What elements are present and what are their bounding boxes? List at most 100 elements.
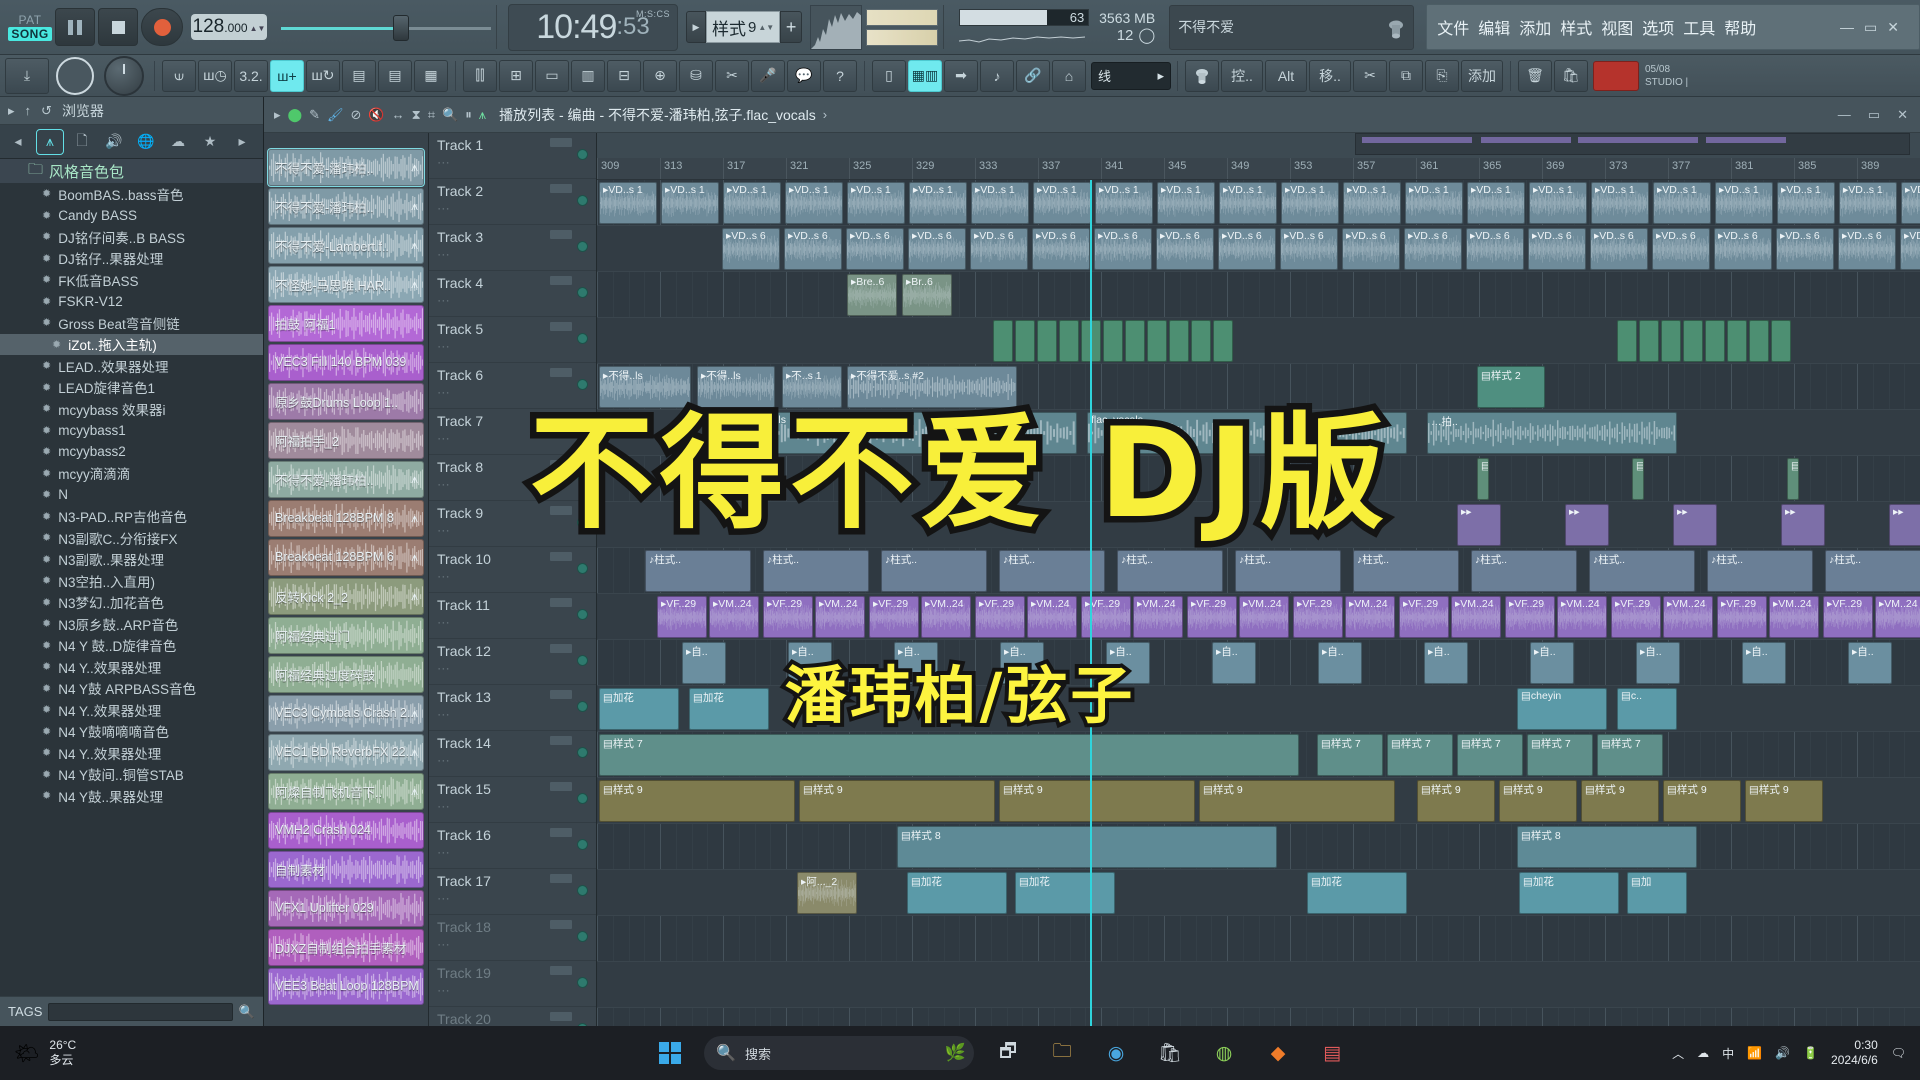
automation-icon[interactable]: ♪ <box>980 60 1014 92</box>
playlist-clip[interactable]: ♪柱式.. <box>1471 550 1577 592</box>
microsoft-store-button[interactable]: 🛍 <box>1150 1033 1190 1073</box>
playlist-clip[interactable]: ▤样式 9 <box>1199 780 1395 822</box>
grid-row[interactable] <box>597 272 1920 318</box>
browser-item[interactable]: ✹ DJ铭仔间奏..B BASS <box>0 226 263 248</box>
playlist-clip[interactable]: ▸VM..24 <box>815 596 865 638</box>
playlist-clip[interactable]: ▸VD..s 1 <box>1839 182 1897 224</box>
mixer-icon[interactable]: ⫿⫿ <box>463 60 497 92</box>
playlist-clip[interactable]: ▸VF..29 <box>975 596 1025 638</box>
playlist-clip[interactable]: ▸VD..s 1 <box>785 182 843 224</box>
playlist-clip[interactable]: ▸VM..24 <box>1027 596 1077 638</box>
grid-row[interactable] <box>597 870 1920 916</box>
track-controls-icon[interactable]: ⋯ <box>437 293 450 309</box>
playlist-clip[interactable]: ▸VD..s 6 <box>908 228 966 270</box>
stop-button[interactable] <box>98 8 138 46</box>
magnet-snap-icon[interactable]: ⬤ <box>288 107 303 123</box>
track-enable-led[interactable] <box>577 701 588 712</box>
track-enable-led[interactable] <box>577 563 588 574</box>
clip-item[interactable]: VMH2 Crash 024 <box>268 812 424 849</box>
chrome-browser-button[interactable]: ◍ <box>1204 1033 1244 1073</box>
onedrive-icon[interactable]: ☁ <box>1697 1046 1709 1060</box>
tags-button[interactable]: TAGS <box>8 1004 42 1019</box>
playlist-clip[interactable]: ▤ <box>1477 458 1489 500</box>
track-enable-led[interactable] <box>577 609 588 620</box>
track-controls-icon[interactable]: ⋯ <box>437 155 450 171</box>
browser-item[interactable]: ✹ N4 Y 鼓..D旋律音色 <box>0 635 263 657</box>
playlist-clip[interactable]: ▸VM..24 <box>1239 596 1289 638</box>
pattern-mode-label[interactable]: PAT <box>8 13 52 27</box>
track-controls-icon[interactable]: ⋯ <box>437 983 450 999</box>
playlist-clip[interactable]: ▤样式 8 <box>1517 826 1697 868</box>
playlist-clip[interactable]: ▤样式 9 <box>1581 780 1659 822</box>
playlist-clip[interactable]: ♪柱式.. <box>1235 550 1341 592</box>
save-download-icon[interactable]: ⤓ <box>5 58 49 94</box>
menu-item-options[interactable]: 选项 <box>1642 15 1674 39</box>
tools-icon[interactable]: ✂ <box>715 60 749 92</box>
playlist-clip[interactable] <box>1213 320 1233 362</box>
clip-item[interactable]: VEC1 BD ReverbFX 22.. ⩚ <box>268 734 424 771</box>
track-header[interactable]: Track 4 ⋯ <box>429 271 596 317</box>
playhead[interactable] <box>1090 180 1092 1026</box>
blend-notes-icon[interactable]: ▤ <box>342 60 376 92</box>
track-controls-icon[interactable]: ⋯ <box>437 937 450 953</box>
playlist-clip[interactable]: ▤样式 7 <box>599 734 1299 776</box>
playlist-clip[interactable]: ▸VF..29 <box>1505 596 1555 638</box>
playlist-minimize-icon[interactable]: — <box>1838 107 1861 122</box>
zoom-tool-icon[interactable]: 🔍 <box>442 107 458 123</box>
playlist-clip[interactable]: ▤样式 9 <box>999 780 1195 822</box>
playlist-clip[interactable]: ▸VM..24 <box>1451 596 1501 638</box>
clip-item[interactable]: VEE3 Beat Loop 128BPM 13 <box>268 968 424 1005</box>
tab-packs-icon[interactable]: 🌐 <box>132 129 160 155</box>
menu-item-file[interactable]: 文件 <box>1437 15 1469 39</box>
track-controls-icon[interactable]: ⋯ <box>437 247 450 263</box>
track-header[interactable]: Track 17 ⋯ <box>429 869 596 915</box>
playlist-clip[interactable]: ▸▸ <box>1781 504 1825 546</box>
playlist-clip[interactable]: ▸VD..s 6 <box>846 228 904 270</box>
clip-item[interactable]: VFX1 Uplifter 029 <box>268 890 424 927</box>
playlist-clip[interactable]: ▸VD..s 6 <box>1342 228 1400 270</box>
playlist-clip[interactable]: ▸VD..s 1 <box>1715 182 1773 224</box>
playlist-clip[interactable]: ▸VD..s 1 <box>1343 182 1401 224</box>
master-pitch-slider[interactable] <box>281 0 491 55</box>
step-sequencer-icon[interactable]: ▤ <box>378 60 412 92</box>
trash-icon[interactable]: 🗑 <box>1518 60 1552 92</box>
menu-item-edit[interactable]: 编辑 <box>1478 15 1510 39</box>
count-in-icon[interactable]: 3.2. <box>234 60 268 92</box>
playlist-clip[interactable]: ♪柱式.. <box>763 550 869 592</box>
playlist-clip[interactable]: ▸VD..s 6 <box>1466 228 1524 270</box>
pattern-menu-icon[interactable]: ▶ <box>686 11 706 43</box>
playlist-clip[interactable]: ▤样式 7 <box>1457 734 1523 776</box>
browser-item[interactable]: ✹ FSKR-V12 <box>0 291 263 313</box>
playlist-clip[interactable]: ▸VM..24 <box>1557 596 1607 638</box>
menu-item-pattern[interactable]: 样式 <box>1560 15 1592 39</box>
playlist-close-icon[interactable]: ✕ <box>1897 107 1920 123</box>
grid-row[interactable] <box>597 1008 1920 1026</box>
playlist-clip[interactable] <box>1191 320 1211 362</box>
clip-item[interactable]: 阿福经典过门 <box>268 617 424 654</box>
wait-for-input-icon[interactable]: ш◷ <box>198 60 232 92</box>
browser-item[interactable]: ✹ N3副歌C..分衔接FX <box>0 527 263 549</box>
minimize-button[interactable]: — <box>1840 19 1854 35</box>
playlist-clip[interactable]: ▸Bre..6 <box>847 274 897 316</box>
playlist-clip[interactable]: ▸VD..s 6 <box>784 228 842 270</box>
playlist-clip[interactable]: ▸VD..s 6 <box>1218 228 1276 270</box>
playlist-clip[interactable]: ▤加花 <box>689 688 769 730</box>
browser-item[interactable]: ✹ N3原乡鼓..ARP音色 <box>0 613 263 635</box>
alt-button[interactable]: Alt <box>1265 60 1307 92</box>
playlist-clip[interactable]: ▸VD..s 6 <box>1404 228 1462 270</box>
browser-item[interactable]: ✹ LEAD..效果器处理 <box>0 355 263 377</box>
playlist-clip[interactable]: ▸VD..s 1 <box>1529 182 1587 224</box>
playlist-clip[interactable]: ▸▸ <box>1457 504 1501 546</box>
playlist-clip[interactable]: ▸VD..s 6 <box>1590 228 1648 270</box>
tab-scroll-left-icon[interactable]: ◂ <box>4 129 32 155</box>
pitch-knob[interactable] <box>104 56 144 96</box>
browser-item[interactable]: ✹ mcyybass 效果器i <box>0 398 263 420</box>
draw-tool-icon[interactable]: ✎ <box>309 107 320 123</box>
step-edit-icon[interactable]: ш+ <box>270 60 304 92</box>
pattern-spinner-icon[interactable]: ▲▼ <box>758 23 774 32</box>
playlist-clip[interactable]: ▸VD..s 1 <box>1405 182 1463 224</box>
playlist-clip[interactable]: ▸自.. <box>1848 642 1892 684</box>
playlist-clip[interactable]: ▤样式 7 <box>1597 734 1663 776</box>
clip-item[interactable]: 拍鼓 阿福1 <box>268 305 424 342</box>
clip-item[interactable]: Breakbeat 128BPM 8 ⩚ <box>268 500 424 537</box>
